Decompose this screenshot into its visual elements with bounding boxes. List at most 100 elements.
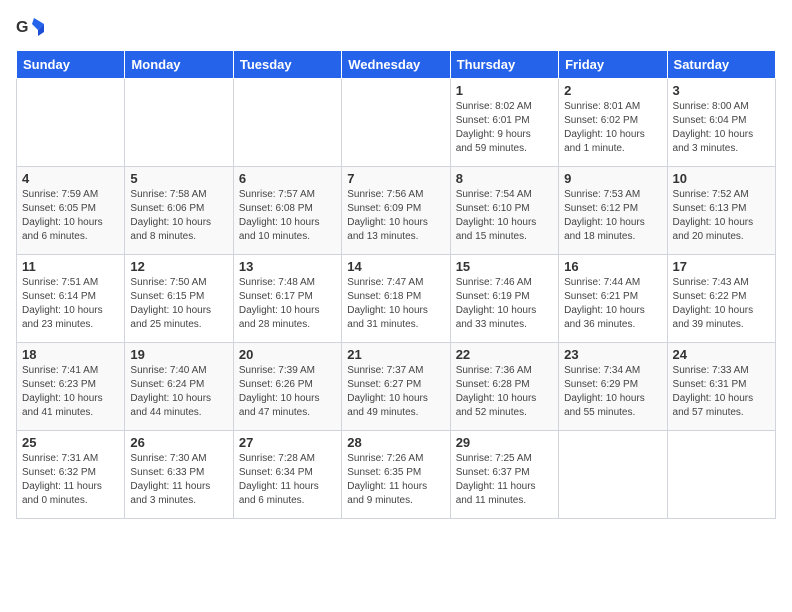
- header-cell-friday: Friday: [559, 51, 667, 79]
- day-info: Sunrise: 7:28 AM Sunset: 6:34 PM Dayligh…: [239, 452, 336, 508]
- day-info: Sunrise: 7:48 AM Sunset: 6:17 PM Dayligh…: [239, 276, 336, 332]
- week-row-3: 11 Sunrise: 7:51 AM Sunset: 6:14 PM Dayli…: [17, 255, 776, 343]
- day-number: 3: [673, 83, 770, 98]
- week-row-2: 4 Sunrise: 7:59 AM Sunset: 6:05 PM Daylig…: [17, 167, 776, 255]
- day-number: 14: [347, 259, 444, 274]
- day-cell: 4 Sunrise: 7:59 AM Sunset: 6:05 PM Daylig…: [17, 167, 125, 255]
- day-cell: 26 Sunrise: 7:30 AM Sunset: 6:33 PM Dayli…: [125, 431, 233, 519]
- day-info: Sunrise: 7:47 AM Sunset: 6:18 PM Dayligh…: [347, 276, 444, 332]
- day-info: Sunrise: 7:59 AM Sunset: 6:05 PM Dayligh…: [22, 188, 119, 244]
- day-info: Sunrise: 7:43 AM Sunset: 6:22 PM Dayligh…: [673, 276, 770, 332]
- day-number: 26: [130, 435, 227, 450]
- day-number: 18: [22, 347, 119, 362]
- day-number: 6: [239, 171, 336, 186]
- day-cell: 7 Sunrise: 7:56 AM Sunset: 6:09 PM Daylig…: [342, 167, 450, 255]
- day-number: 24: [673, 347, 770, 362]
- day-cell: [342, 79, 450, 167]
- day-number: 21: [347, 347, 444, 362]
- day-cell: 12Sunrise: 7:50 AM Sunset: 6:15 PM Dayli…: [125, 255, 233, 343]
- day-cell: 24 Sunrise: 7:33 AM Sunset: 6:31 PM Dayli…: [667, 343, 775, 431]
- day-number: 16: [564, 259, 661, 274]
- logo-icon: G: [16, 16, 44, 38]
- day-cell: 16 Sunrise: 7:44 AM Sunset: 6:21 PM Dayli…: [559, 255, 667, 343]
- day-info: Sunrise: 7:54 AM Sunset: 6:10 PM Dayligh…: [456, 188, 553, 244]
- day-number: 29: [456, 435, 553, 450]
- day-cell: 27 Sunrise: 7:28 AM Sunset: 6:34 PM Dayli…: [233, 431, 341, 519]
- day-cell: 13 Sunrise: 7:48 AM Sunset: 6:17 PM Dayli…: [233, 255, 341, 343]
- day-cell: 10 Sunrise: 7:52 AM Sunset: 6:13 PM Dayli…: [667, 167, 775, 255]
- day-cell: [125, 79, 233, 167]
- day-cell: 19 Sunrise: 7:40 AM Sunset: 6:24 PM Dayli…: [125, 343, 233, 431]
- week-row-1: 1Sunrise: 8:02 AM Sunset: 6:01 PM Daylig…: [17, 79, 776, 167]
- logo: G: [16, 16, 48, 38]
- day-cell: [559, 431, 667, 519]
- day-info: Sunrise: 7:33 AM Sunset: 6:31 PM Dayligh…: [673, 364, 770, 420]
- day-cell: 2Sunrise: 8:01 AM Sunset: 6:02 PM Daylig…: [559, 79, 667, 167]
- day-number: 27: [239, 435, 336, 450]
- day-cell: 18 Sunrise: 7:41 AM Sunset: 6:23 PM Dayli…: [17, 343, 125, 431]
- day-info: Sunrise: 7:44 AM Sunset: 6:21 PM Dayligh…: [564, 276, 661, 332]
- day-cell: 1Sunrise: 8:02 AM Sunset: 6:01 PM Daylig…: [450, 79, 558, 167]
- day-cell: 29 Sunrise: 7:25 AM Sunset: 6:37 PM Dayli…: [450, 431, 558, 519]
- week-row-5: 25 Sunrise: 7:31 AM Sunset: 6:32 PM Dayli…: [17, 431, 776, 519]
- day-cell: 22 Sunrise: 7:36 AM Sunset: 6:28 PM Dayli…: [450, 343, 558, 431]
- day-info: Sunrise: 7:34 AM Sunset: 6:29 PM Dayligh…: [564, 364, 661, 420]
- header-row: SundayMondayTuesdayWednesdayThursdayFrid…: [17, 51, 776, 79]
- day-info: Sunrise: 7:46 AM Sunset: 6:19 PM Dayligh…: [456, 276, 553, 332]
- day-number: 9: [564, 171, 661, 186]
- day-info: Sunrise: 7:26 AM Sunset: 6:35 PM Dayligh…: [347, 452, 444, 508]
- day-cell: 5 Sunrise: 7:58 AM Sunset: 6:06 PM Daylig…: [125, 167, 233, 255]
- day-info: Sunrise: 7:39 AM Sunset: 6:26 PM Dayligh…: [239, 364, 336, 420]
- day-info: Sunrise: 7:58 AM Sunset: 6:06 PM Dayligh…: [130, 188, 227, 244]
- day-info: Sunrise: 7:25 AM Sunset: 6:37 PM Dayligh…: [456, 452, 553, 508]
- day-number: 13: [239, 259, 336, 274]
- day-number: 22: [456, 347, 553, 362]
- day-number: 12: [130, 259, 227, 274]
- day-cell: 9 Sunrise: 7:53 AM Sunset: 6:12 PM Daylig…: [559, 167, 667, 255]
- day-cell: [233, 79, 341, 167]
- calendar-header: G: [16, 16, 776, 38]
- header-cell-monday: Monday: [125, 51, 233, 79]
- day-number: 17: [673, 259, 770, 274]
- day-info: Sunrise: 7:41 AM Sunset: 6:23 PM Dayligh…: [22, 364, 119, 420]
- day-cell: 14 Sunrise: 7:47 AM Sunset: 6:18 PM Dayli…: [342, 255, 450, 343]
- day-info: Sunrise: 7:51 AM Sunset: 6:14 PM Dayligh…: [22, 276, 119, 332]
- header-cell-tuesday: Tuesday: [233, 51, 341, 79]
- day-info: Sunrise: 7:37 AM Sunset: 6:27 PM Dayligh…: [347, 364, 444, 420]
- day-number: 15: [456, 259, 553, 274]
- day-info: Sunrise: 7:53 AM Sunset: 6:12 PM Dayligh…: [564, 188, 661, 244]
- day-cell: 17 Sunrise: 7:43 AM Sunset: 6:22 PM Dayli…: [667, 255, 775, 343]
- day-info: Sunrise: 8:01 AM Sunset: 6:02 PM Dayligh…: [564, 100, 661, 156]
- day-info: Sunrise: 7:57 AM Sunset: 6:08 PM Dayligh…: [239, 188, 336, 244]
- header-cell-saturday: Saturday: [667, 51, 775, 79]
- day-info: Sunrise: 8:02 AM Sunset: 6:01 PM Dayligh…: [456, 100, 553, 156]
- svg-text:G: G: [16, 19, 28, 36]
- day-number: 19: [130, 347, 227, 362]
- day-info: Sunrise: 7:56 AM Sunset: 6:09 PM Dayligh…: [347, 188, 444, 244]
- day-cell: 20 Sunrise: 7:39 AM Sunset: 6:26 PM Dayli…: [233, 343, 341, 431]
- day-cell: 15 Sunrise: 7:46 AM Sunset: 6:19 PM Dayli…: [450, 255, 558, 343]
- day-info: Sunrise: 7:36 AM Sunset: 6:28 PM Dayligh…: [456, 364, 553, 420]
- day-number: 11: [22, 259, 119, 274]
- day-number: 5: [130, 171, 227, 186]
- day-cell: 6 Sunrise: 7:57 AM Sunset: 6:08 PM Daylig…: [233, 167, 341, 255]
- day-number: 20: [239, 347, 336, 362]
- day-cell: [17, 79, 125, 167]
- day-info: Sunrise: 7:40 AM Sunset: 6:24 PM Dayligh…: [130, 364, 227, 420]
- day-number: 4: [22, 171, 119, 186]
- day-number: 7: [347, 171, 444, 186]
- day-number: 28: [347, 435, 444, 450]
- day-info: Sunrise: 7:30 AM Sunset: 6:33 PM Dayligh…: [130, 452, 227, 508]
- day-number: 25: [22, 435, 119, 450]
- day-cell: [667, 431, 775, 519]
- day-number: 10: [673, 171, 770, 186]
- week-row-4: 18 Sunrise: 7:41 AM Sunset: 6:23 PM Dayli…: [17, 343, 776, 431]
- header-cell-thursday: Thursday: [450, 51, 558, 79]
- day-info: Sunrise: 7:52 AM Sunset: 6:13 PM Dayligh…: [673, 188, 770, 244]
- day-number: 23: [564, 347, 661, 362]
- day-cell: 28 Sunrise: 7:26 AM Sunset: 6:35 PM Dayli…: [342, 431, 450, 519]
- day-cell: 21 Sunrise: 7:37 AM Sunset: 6:27 PM Dayli…: [342, 343, 450, 431]
- day-cell: 11 Sunrise: 7:51 AM Sunset: 6:14 PM Dayli…: [17, 255, 125, 343]
- day-number: 8: [456, 171, 553, 186]
- day-info: Sunrise: 7:31 AM Sunset: 6:32 PM Dayligh…: [22, 452, 119, 508]
